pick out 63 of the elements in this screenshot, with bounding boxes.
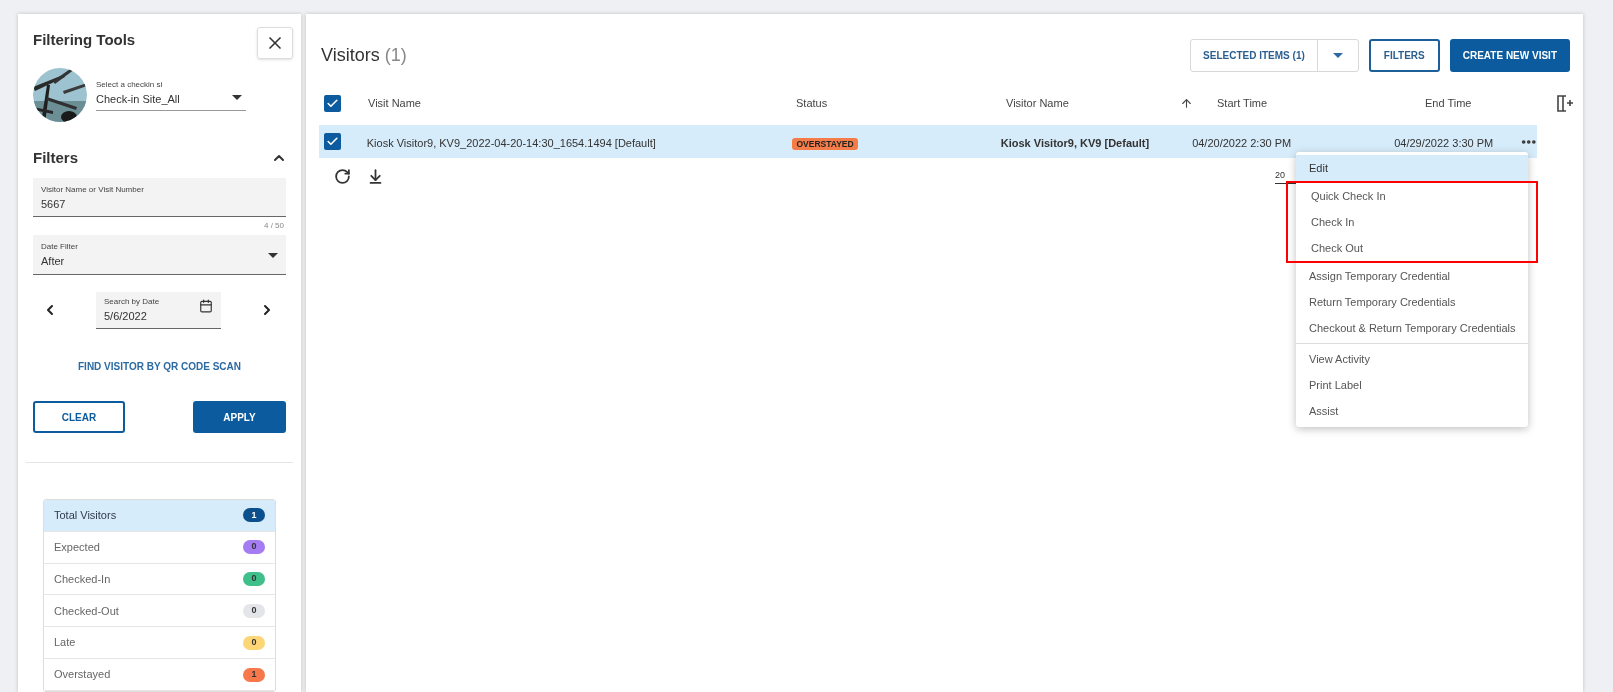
checkbox[interactable]: [324, 94, 341, 112]
menu-item[interactable]: View Activity: [1296, 346, 1528, 372]
column-header[interactable]: Status: [796, 94, 828, 112]
table-cell: 04/29/2022 3:30 PM: [1394, 136, 1494, 149]
caret-icon: [1332, 53, 1343, 58]
column-header[interactable]: End Time: [1425, 94, 1472, 112]
menu-item[interactable]: Check In: [1298, 209, 1526, 235]
menu-item[interactable]: Check Out: [1298, 235, 1526, 261]
field-value: 5/6/2022: [104, 308, 148, 324]
create-visit-button[interactable]: CREATE NEW VISIT: [1449, 39, 1570, 72]
caret-icon: [268, 252, 278, 258]
menu-item[interactable]: Checkout & Return Temporary Credentials: [1296, 315, 1528, 341]
table-cell: Kiosk Visitor9, KV9 [Default]: [1000, 136, 1150, 149]
close-button[interactable]: [257, 27, 293, 59]
count-badge: 0: [243, 572, 265, 587]
menu-item[interactable]: Assist: [1296, 398, 1528, 424]
apply-button[interactable]: APPLY: [193, 401, 286, 433]
count-badge: 1: [243, 667, 265, 682]
table-row[interactable]: Kiosk Visitor9, KV9_2022-04-20-14:30_1654.1494 [Default] OVERSTAYED Kiosk Visitor9, KV9 [Default] 04/20/2022 2:30 PM 04/29/2022 3:30 PM: [319, 125, 1537, 158]
column-header[interactable]: Start Time: [1217, 94, 1268, 112]
menu-item[interactable]: Return Temporary Credentials: [1296, 289, 1528, 315]
date-filter-select[interactable]: Date Filter After: [33, 235, 286, 275]
menu-item[interactable]: Assign Temporary Credential: [1296, 263, 1528, 289]
caret-icon: [232, 94, 242, 100]
field-value: Check-in Site_All: [96, 92, 180, 108]
count-badge: 0: [243, 635, 265, 650]
panel-title: Filtering Tools: [33, 30, 136, 50]
count-badge: 0: [243, 540, 265, 555]
menu-item[interactable]: Print Label: [1296, 372, 1528, 398]
download-icon[interactable]: [367, 168, 384, 185]
visitor-count: (1): [384, 44, 407, 67]
column-header[interactable]: Visitor Name: [1006, 94, 1069, 112]
status-badge: OVERSTAYED: [792, 137, 858, 150]
stats-item[interactable]: Total Visitors 1: [44, 500, 275, 532]
checkbox[interactable]: [324, 133, 341, 150]
menu-item[interactable]: Edit: [1296, 155, 1528, 181]
field-value: After: [41, 254, 66, 269]
menu-item[interactable]: Quick Check In: [1298, 183, 1526, 209]
field-label: Search by Date: [104, 295, 160, 308]
count-badge: 1: [243, 508, 265, 523]
qr-scan-link[interactable]: FIND VISITOR BY QR CODE SCAN: [78, 359, 241, 374]
section-title: Filters: [33, 148, 78, 168]
column-header[interactable]: Visit Name: [368, 94, 421, 112]
calendar-icon: [199, 298, 213, 313]
filters-button[interactable]: FILTERS: [1368, 39, 1440, 72]
table-cell: 04/20/2022 2:30 PM: [1192, 136, 1292, 149]
field-label: Visitor Name or Visit Number: [41, 183, 145, 196]
search-field[interactable]: Visitor Name or Visit Number 5667: [33, 177, 286, 217]
field-value: 5667: [41, 196, 67, 212]
site-select[interactable]: Select a checkin si Check-in Site_All: [96, 79, 246, 111]
clear-button[interactable]: CLEAR: [33, 401, 125, 433]
count-badge: 0: [243, 603, 265, 618]
add-column-icon[interactable]: [1557, 94, 1575, 112]
sort-arrow-icon[interactable]: [1180, 96, 1193, 110]
check-icon: [326, 96, 339, 110]
check-icon: [326, 135, 339, 148]
table-cell: Kiosk Visitor9, KV9_2022-04-20-14:30_1654.1494 [Default]: [366, 136, 656, 149]
date-field[interactable]: Search by Date 5/6/2022: [96, 291, 221, 329]
page-title: Visitors: [321, 44, 380, 67]
field-label: Date Filter: [41, 241, 78, 253]
field-label: Select a checkin si: [96, 79, 164, 92]
character-counter: 4 / 50: [264, 220, 284, 232]
refresh-icon[interactable]: [334, 168, 351, 185]
